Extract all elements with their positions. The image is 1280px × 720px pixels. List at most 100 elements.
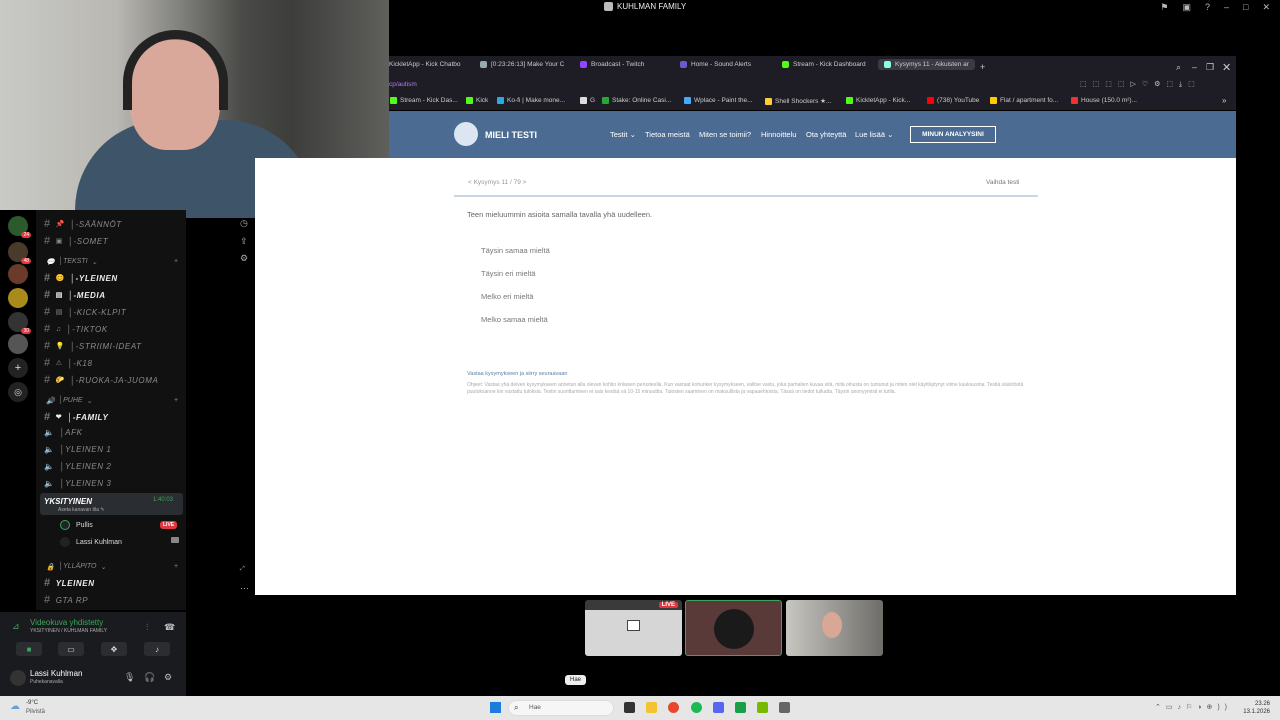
- browser-tab[interactable]: Broadcast - Twitch: [580, 61, 644, 68]
- disconnect-icon[interactable]: ☎: [164, 622, 175, 633]
- channel-k18[interactable]: # ⚠ │-K18: [44, 357, 93, 369]
- nav-miten-se-toimii[interactable]: Miten se toimii?: [699, 130, 751, 139]
- voice-channel-yleinen-3[interactable]: 🔈 │YLEINEN 3: [44, 479, 111, 488]
- app-icon[interactable]: [735, 702, 746, 713]
- extensions-toolbar[interactable]: ⬚⬚⬚⬚▷♡⚙⬚⤓⬚: [1080, 80, 1201, 89]
- answer-option[interactable]: Melko eri mieltä: [481, 292, 534, 301]
- bookmark[interactable]: Flat / apartment fo...: [990, 97, 1058, 104]
- browser-tab[interactable]: Stream - Kick Dashboard: [782, 61, 866, 68]
- participant-camera-tile[interactable]: [786, 600, 883, 656]
- bookmark[interactable]: Stake: Online Casi...: [602, 97, 671, 104]
- channel-gta-rp[interactable]: # GTA RP: [44, 594, 88, 606]
- category-yllapito[interactable]: 🔒 │YLLÄPITO ⌄ +: [46, 563, 178, 571]
- clock-icon[interactable]: ◷: [240, 218, 248, 229]
- add-channel-icon[interactable]: +: [174, 563, 178, 570]
- fullscreen-icon[interactable]: ⤢: [240, 566, 245, 573]
- voice-channel-afk[interactable]: 🔈 │AFK: [44, 428, 83, 437]
- server-icon[interactable]: [8, 288, 28, 308]
- question-navigator[interactable]: < Kysymys 11 / 79 >: [468, 179, 526, 186]
- voice-channel-yleinen-2[interactable]: 🔈 │YLEINEN 2: [44, 462, 111, 471]
- nav-tietoa-meista[interactable]: Tietoa meistä: [645, 130, 690, 139]
- clock[interactable]: 23.26 13.1.2026: [1243, 700, 1270, 716]
- channel-kick-klpit[interactable]: # ▤ │-KICK-KLPIT: [44, 306, 126, 318]
- close-icon[interactable]: ✕: [1222, 61, 1231, 74]
- more-icon[interactable]: ⋯: [240, 583, 249, 594]
- spotify-icon[interactable]: [691, 702, 702, 713]
- voice-member[interactable]: Pullis: [60, 520, 93, 530]
- bookmark[interactable]: Wplace - Paint the...: [684, 97, 753, 104]
- discover-icon[interactable]: ◎: [8, 382, 28, 402]
- server-icon[interactable]: [8, 334, 28, 354]
- answer-option[interactable]: Täysin eri mieltä: [481, 269, 536, 278]
- server-icon[interactable]: [8, 264, 28, 284]
- channel-somet[interactable]: # ▣ │-SOMET: [44, 235, 108, 247]
- my-analysis-button[interactable]: MINUN ANALYYSINI: [910, 126, 996, 143]
- voice-channel-yleinen-1[interactable]: 🔈 │YLEINEN 1: [44, 445, 111, 454]
- switch-test-link[interactable]: Vaihda testi: [986, 179, 1019, 186]
- nvidia-icon[interactable]: [757, 702, 768, 713]
- maximize-button[interactable]: □: [1243, 2, 1248, 13]
- taskbar-search[interactable]: Hae: [508, 700, 614, 716]
- address-bar[interactable]: cp/autism: [389, 81, 417, 88]
- bookmark[interactable]: (738) YouTube: [927, 97, 979, 104]
- add-server-icon[interactable]: +: [8, 358, 28, 378]
- channel-ruoka-ja-juoma[interactable]: # 🌮 │-RUOKA-JA-JUOMA: [44, 374, 158, 386]
- nav-lue-lisaa[interactable]: Lue lisää ⌄: [855, 130, 893, 139]
- channel-tiktok[interactable]: # ♫ │-TIKTOK: [44, 323, 108, 335]
- channel-family[interactable]: # ❤ │-FAMILY: [44, 411, 108, 423]
- bookmark[interactable]: Stream - Kick Das...: [390, 97, 458, 104]
- browser-tab-active[interactable]: Kysymys 11 - Aikuisten ar: [878, 59, 975, 70]
- new-tab-icon[interactable]: +: [980, 62, 985, 72]
- bookmark[interactable]: Kick: [466, 97, 488, 104]
- settings-icon[interactable]: ⚙: [240, 253, 248, 264]
- noise-suppression-icon[interactable]: ⫶: [146, 622, 148, 633]
- server-icon[interactable]: 30: [8, 312, 31, 334]
- system-tray[interactable]: ⌃▭♪⚐◑⊕)): [1155, 703, 1232, 711]
- voice-member[interactable]: Lassi Kuhlman: [60, 537, 122, 547]
- participant-tile[interactable]: [685, 600, 782, 656]
- share-icon[interactable]: ⇪: [240, 236, 248, 247]
- obs-icon[interactable]: [779, 702, 790, 713]
- bookmark[interactable]: Shell Shockers ★...: [765, 97, 831, 105]
- channel-saannot[interactable]: # 📌 │-SÄÄNNÖT: [44, 218, 122, 230]
- browser-tab[interactable]: Home - Sound Alerts: [680, 61, 751, 68]
- add-channel-icon[interactable]: +: [174, 397, 178, 404]
- camera-button[interactable]: ■: [16, 642, 42, 656]
- channel-yleinen-admin[interactable]: # YLEINEN: [44, 577, 95, 589]
- nav-testit[interactable]: Testit ⌄: [610, 130, 636, 139]
- screen-share-button[interactable]: ▭: [58, 642, 84, 656]
- nav-hinnoittelu[interactable]: Hinnoittelu: [761, 130, 796, 139]
- bookmark[interactable]: KickletApp - Kick...: [846, 97, 910, 104]
- firefox-icon[interactable]: [668, 702, 679, 713]
- activities-button[interactable]: ✥: [101, 642, 127, 656]
- site-logo[interactable]: MIELI TESTI: [485, 130, 537, 140]
- category-puhe[interactable]: 🔊 │PUHE ⌄ +: [46, 397, 178, 405]
- channel-striimi-ideat[interactable]: # 💡 │-STRIIMI-IDEAT: [44, 340, 142, 352]
- nav-ota-yhteytta[interactable]: Ota yhteyttä: [806, 130, 846, 139]
- settings-icon[interactable]: ⚙: [164, 672, 172, 683]
- inbox-icon[interactable]: ⚑: [1160, 2, 1168, 13]
- file-explorer-icon[interactable]: [646, 702, 657, 713]
- bookmark[interactable]: House (150.0 m²)...: [1071, 97, 1137, 104]
- brain-logo-icon[interactable]: [454, 122, 478, 146]
- browser-tab[interactable]: KickletApp - Kick Chatbo: [389, 61, 461, 68]
- more-bookmarks-icon[interactable]: »: [1222, 96, 1226, 105]
- add-channel-icon[interactable]: +: [174, 258, 178, 265]
- server-icon[interactable]: 48: [8, 242, 31, 264]
- browser-tab[interactable]: [0:23:26:13] Make Your C: [480, 61, 564, 68]
- channel-status[interactable]: Aseta kanavan tila ✎: [58, 507, 104, 513]
- channel-media[interactable]: # ▤ │-MEDIA: [44, 289, 106, 301]
- mic-icon[interactable]: 🎙: [124, 672, 135, 683]
- soundboard-button[interactable]: ♪: [144, 642, 170, 656]
- help-icon[interactable]: ?: [1205, 2, 1210, 13]
- search-tabs-icon[interactable]: ⌕: [1176, 62, 1181, 73]
- category-teksti[interactable]: 💬 │TEKSTI ⌄ +: [46, 258, 178, 266]
- headphones-icon[interactable]: 🎧: [144, 672, 155, 683]
- bookmark[interactable]: G: [580, 97, 595, 104]
- taskview-icon[interactable]: [624, 702, 635, 713]
- bookmark[interactable]: Ko-fi | Make mone...: [497, 97, 565, 104]
- avatar[interactable]: [10, 670, 26, 686]
- close-button[interactable]: ✕: [1262, 2, 1270, 13]
- discord-icon[interactable]: [713, 702, 724, 713]
- answer-option[interactable]: Täysin samaa mieltä: [481, 246, 550, 255]
